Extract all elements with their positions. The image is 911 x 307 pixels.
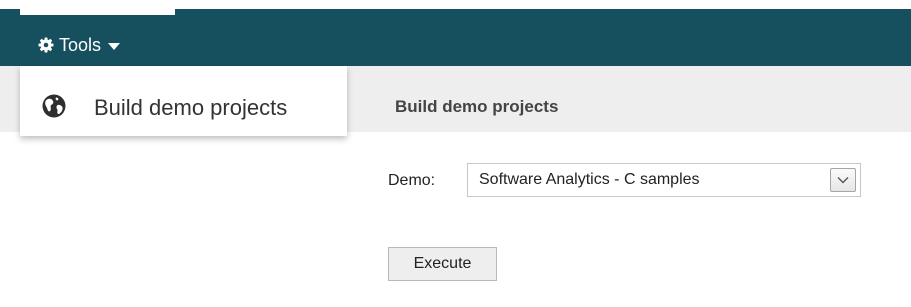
tools-dropdown-menu: Build demo projects [20, 66, 347, 136]
menu-item-build-demo-projects[interactable]: Build demo projects [20, 66, 347, 136]
select-arrow-button[interactable] [830, 168, 856, 192]
tools-menu-button[interactable]: Tools [38, 33, 121, 57]
top-strip [0, 0, 911, 9]
gear-icon [38, 37, 54, 53]
page-title: Build demo projects [395, 97, 559, 116]
globe-icon [42, 94, 66, 118]
menu-item-label: Build demo projects [94, 95, 288, 120]
chevron-down-icon [837, 177, 849, 184]
demo-field-label: Demo: [388, 172, 436, 189]
demo-select[interactable]: Software Analytics - C samples [467, 163, 861, 197]
active-menu-indicator [20, 9, 175, 15]
execute-button[interactable]: Execute [388, 247, 497, 281]
caret-down-icon [108, 42, 121, 50]
top-navbar [0, 9, 911, 66]
demo-select-value: Software Analytics - C samples [479, 171, 700, 188]
tools-menu-label: Tools [59, 34, 102, 55]
